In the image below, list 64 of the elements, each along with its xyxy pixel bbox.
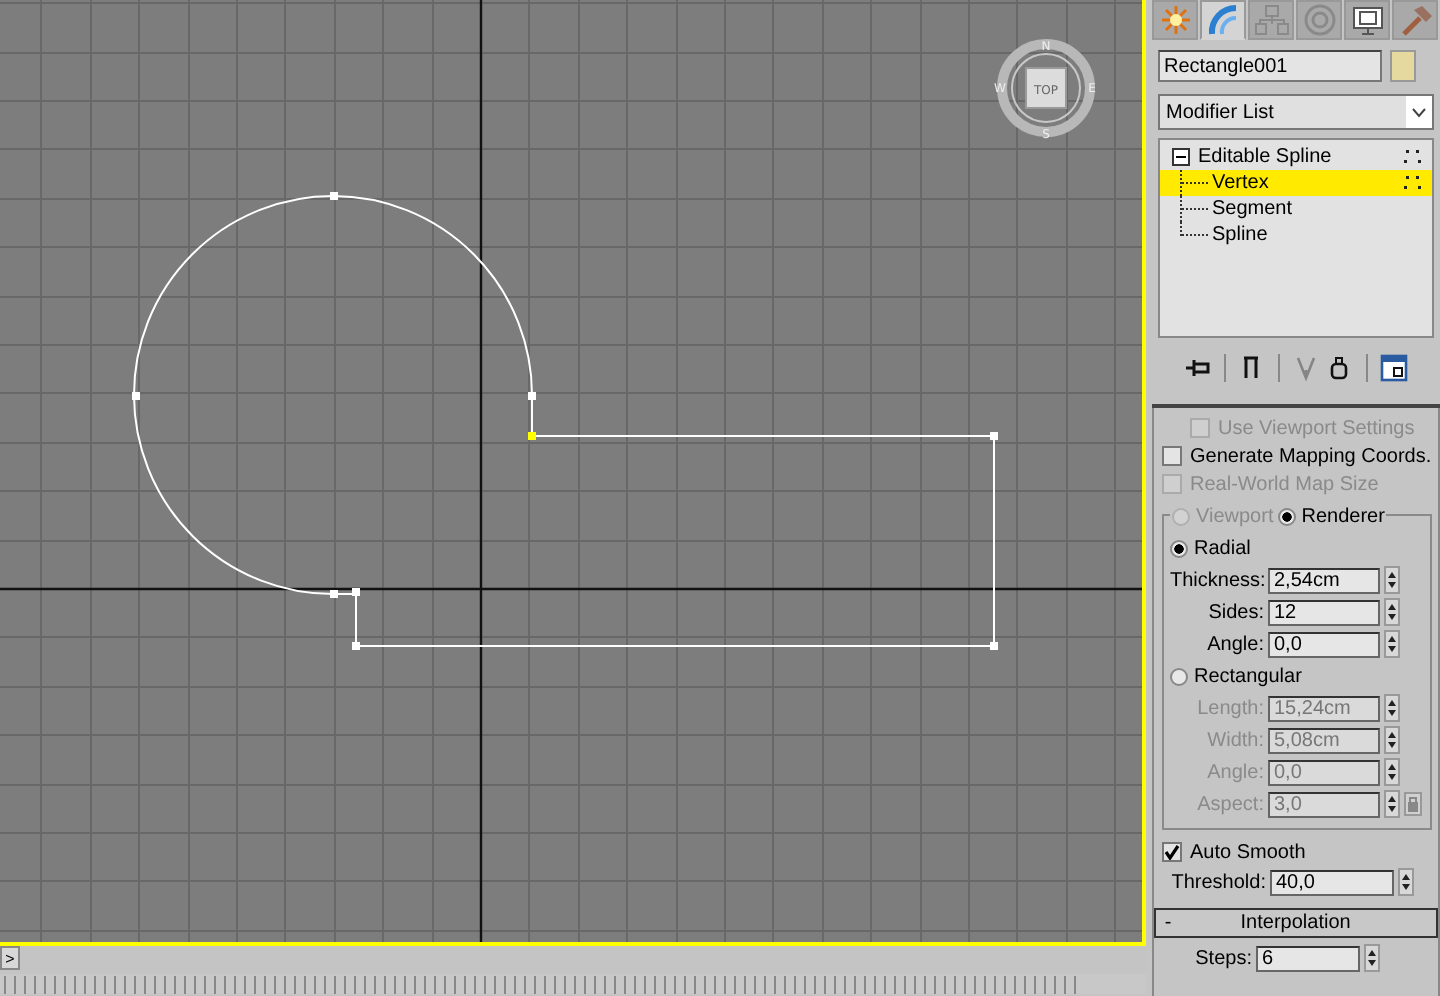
number-field[interactable]: 12 xyxy=(1268,599,1380,625)
spinner-icon[interactable] xyxy=(1384,566,1400,594)
vertex-handle[interactable] xyxy=(990,642,998,650)
field-label: Sides: xyxy=(1206,601,1264,623)
radio-button[interactable] xyxy=(1170,667,1188,685)
collapse-icon[interactable] xyxy=(1172,148,1190,166)
field-label: Steps: xyxy=(1193,947,1252,969)
spinner-icon[interactable] xyxy=(1398,868,1414,896)
field-label: Threshold: xyxy=(1169,871,1266,893)
radio-label: Renderer xyxy=(1301,505,1385,527)
vertex-handle[interactable] xyxy=(990,432,998,440)
vertex-handle[interactable] xyxy=(330,192,338,200)
object-color-swatch[interactable] xyxy=(1390,50,1416,82)
radio-label: Radial xyxy=(1194,537,1251,559)
radio-label: Rectangular xyxy=(1194,665,1302,687)
subobject-dots-icon xyxy=(1404,176,1422,190)
radio-label: Viewport xyxy=(1196,505,1274,527)
tree-line xyxy=(1180,170,1208,196)
number-field[interactable]: 2,54cm xyxy=(1268,567,1380,593)
rollout-title: Interpolation xyxy=(1238,912,1353,934)
object-name-field[interactable]: Rectangle001 xyxy=(1158,50,1382,82)
timeline-expand-button[interactable]: > xyxy=(0,946,20,970)
checkbox-label: Use Viewport Settings xyxy=(1218,417,1415,439)
subobject-dots-icon xyxy=(1404,150,1422,164)
create-tab[interactable] xyxy=(1152,0,1198,40)
field-label: Angle: xyxy=(1205,633,1264,655)
field-label: Aspect: xyxy=(1195,793,1264,815)
modifier-list-dropdown[interactable]: Modifier List xyxy=(1158,94,1434,130)
vertex-handle[interactable] xyxy=(352,588,360,596)
field-label: Length: xyxy=(1195,697,1264,719)
rollout-header[interactable]: - Interpolation xyxy=(1154,908,1438,938)
field-label: Thickness: xyxy=(1170,569,1264,591)
checkbox[interactable] xyxy=(1162,446,1182,466)
spinner-icon[interactable] xyxy=(1364,944,1380,972)
number-field[interactable]: 6 xyxy=(1256,945,1360,971)
configure-icon[interactable] xyxy=(1380,354,1408,382)
vertex-handle[interactable] xyxy=(132,392,140,400)
viewcube-drawing[interactable] xyxy=(997,39,1095,137)
stack-item[interactable]: Editable Spline xyxy=(1160,144,1432,170)
pin-icon[interactable] xyxy=(1184,354,1212,382)
field-label: Width: xyxy=(1205,729,1264,751)
modify-tab[interactable] xyxy=(1200,0,1246,40)
selected-vertex-handle[interactable] xyxy=(528,432,536,440)
number-field[interactable]: 40,0 xyxy=(1270,869,1394,895)
hierarchy-tab[interactable] xyxy=(1248,0,1294,40)
radio-button[interactable] xyxy=(1170,539,1188,557)
radio-button[interactable] xyxy=(1277,507,1296,525)
checkbox-label: Real-World Map Size xyxy=(1190,473,1379,495)
vertex-handle[interactable] xyxy=(352,642,360,650)
caret-icon xyxy=(1412,107,1426,117)
field-label: Angle: xyxy=(1205,761,1264,783)
rollout-toggle[interactable]: - xyxy=(1156,912,1180,934)
vertex-handle[interactable] xyxy=(528,392,536,400)
display-tab[interactable] xyxy=(1344,0,1390,40)
checkbox[interactable] xyxy=(1162,842,1182,862)
stack-subitem[interactable]: Segment xyxy=(1160,196,1432,222)
checkbox-label: Auto Smooth xyxy=(1190,841,1306,863)
spinner-icon[interactable] xyxy=(1384,630,1400,658)
stack-subitem[interactable]: Spline xyxy=(1160,222,1432,248)
spinner-icon[interactable] xyxy=(1384,598,1400,626)
checkbox-label: Generate Mapping Coords. xyxy=(1190,445,1432,467)
stack-subitem[interactable]: Vertex xyxy=(1160,170,1432,196)
number-field[interactable]: 0,0 xyxy=(1268,631,1380,657)
vertex-handle[interactable] xyxy=(330,590,338,598)
